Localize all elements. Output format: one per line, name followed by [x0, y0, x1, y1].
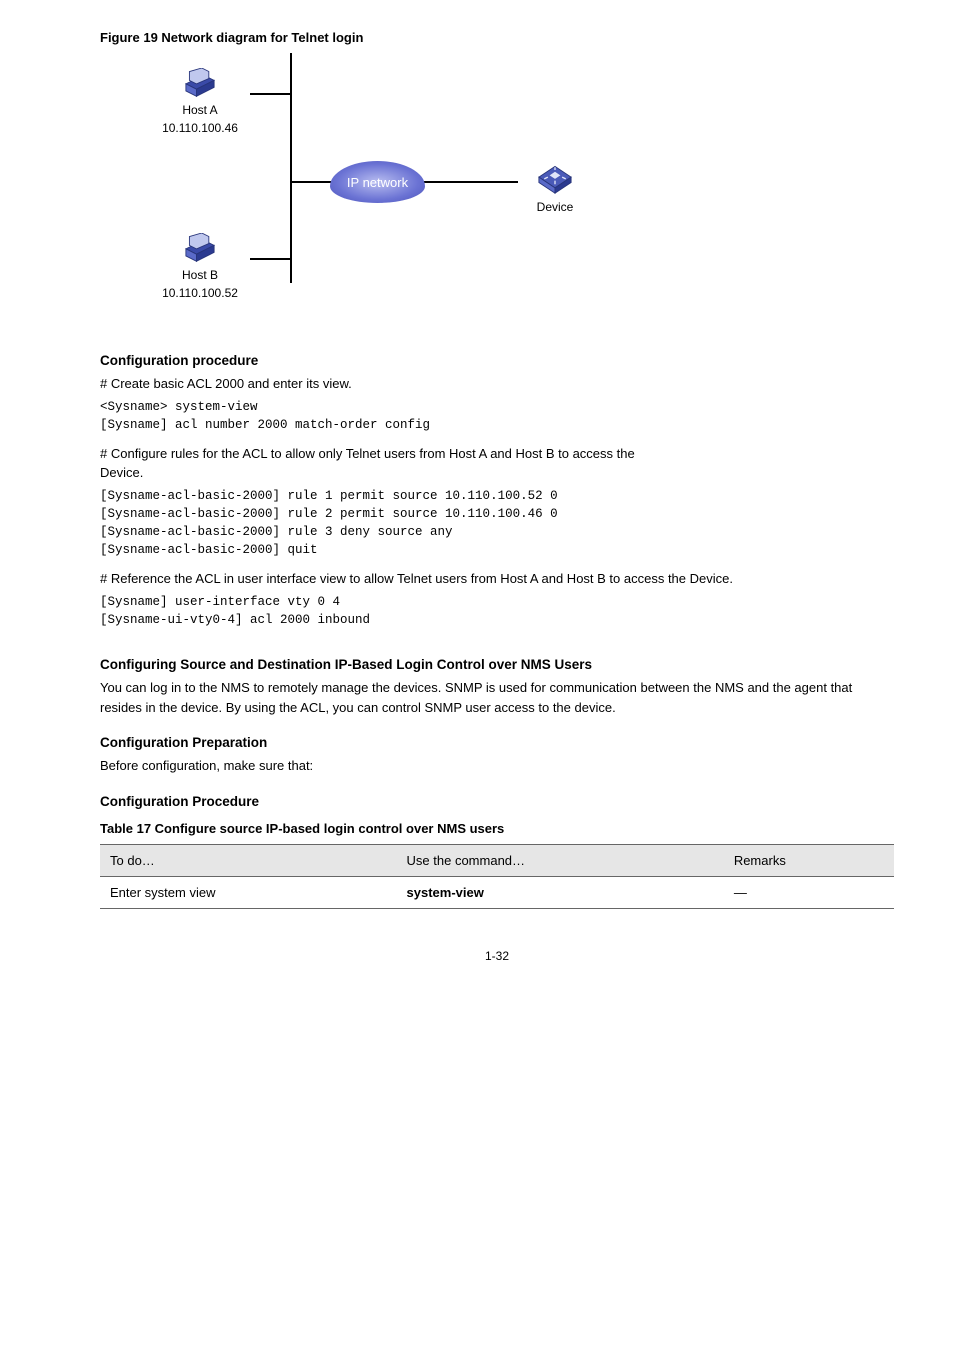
col-command: Use the command…: [397, 845, 724, 877]
cloud-label: IP network: [347, 175, 408, 190]
device-label: Device: [520, 200, 590, 214]
col-remarks: Remarks: [724, 845, 894, 877]
cmd-system-view: <Sysname> system-view: [100, 398, 894, 416]
cell-todo: Enter system view: [100, 877, 397, 909]
cmd-quit: [Sysname-acl-basic-2000] quit: [100, 541, 894, 559]
cmd-user-interface: [Sysname] user-interface vty 0 4: [100, 593, 894, 611]
cmd-rule2: [Sysname-acl-basic-2000] rule 2 permit s…: [100, 505, 894, 523]
figure-caption: Figure 19 Network diagram for Telnet log…: [100, 30, 894, 45]
device-node: Device: [520, 161, 590, 214]
desc-rules-line1: # Configure rules for the ACL to allow o…: [100, 446, 635, 461]
cmd-acl-number: [Sysname] acl number 2000 match-order co…: [100, 416, 894, 434]
col-todo: To do…: [100, 845, 397, 877]
section-config-procedure: Configuration procedure: [100, 353, 894, 368]
para-nms-intro: You can log in to the NMS to remotely ma…: [100, 678, 894, 717]
section-config-preparation: Configuration Preparation: [100, 735, 894, 750]
host-b: Host B 10.110.100.52: [150, 233, 250, 301]
table-caption: Table 17 Configure source IP-based login…: [100, 819, 894, 839]
cmd-rule1: [Sysname-acl-basic-2000] rule 1 permit s…: [100, 487, 894, 505]
section-config-procedure-2: Configuration Procedure: [100, 794, 894, 809]
connector-host-a: [250, 93, 292, 95]
computer-icon: [182, 233, 218, 263]
desc-rules-line2: Device.: [100, 465, 143, 480]
desc-configure-rules: # Configure rules for the ACL to allow o…: [100, 444, 894, 483]
bus-line: [290, 53, 292, 283]
para-before-config: Before configuration, make sure that:: [100, 756, 894, 776]
cell-command: system-view: [397, 877, 724, 909]
connector-cloud-right: [420, 181, 518, 183]
computer-icon: [182, 68, 218, 98]
host-a-ip: 10.110.100.46: [150, 121, 250, 137]
cmd-rule3: [Sysname-acl-basic-2000] rule 3 deny sou…: [100, 523, 894, 541]
page-number: 1-32: [100, 949, 894, 963]
section-source-dest-ip: Configuring Source and Destination IP-Ba…: [100, 657, 894, 672]
cell-remarks: —: [724, 877, 894, 909]
switch-icon: [535, 161, 575, 195]
host-b-label: Host B: [150, 268, 250, 284]
host-a: Host A 10.110.100.46: [150, 68, 250, 136]
connector-host-b: [250, 258, 292, 260]
desc-reference-acl: # Reference the ACL in user interface vi…: [100, 569, 894, 589]
host-b-ip: 10.110.100.52: [150, 286, 250, 302]
config-table: To do… Use the command… Remarks Enter sy…: [100, 844, 894, 909]
desc-create-acl: # Create basic ACL 2000 and enter its vi…: [100, 374, 894, 394]
cmd-acl-inbound: [Sysname-ui-vty0-4] acl 2000 inbound: [100, 611, 894, 629]
host-a-label: Host A: [150, 103, 250, 119]
table-row: Enter system view system-view —: [100, 877, 894, 909]
network-diagram: Host A 10.110.100.46 Host B 10.110.100.5…: [130, 53, 630, 333]
ip-network-cloud: IP network: [330, 161, 425, 203]
